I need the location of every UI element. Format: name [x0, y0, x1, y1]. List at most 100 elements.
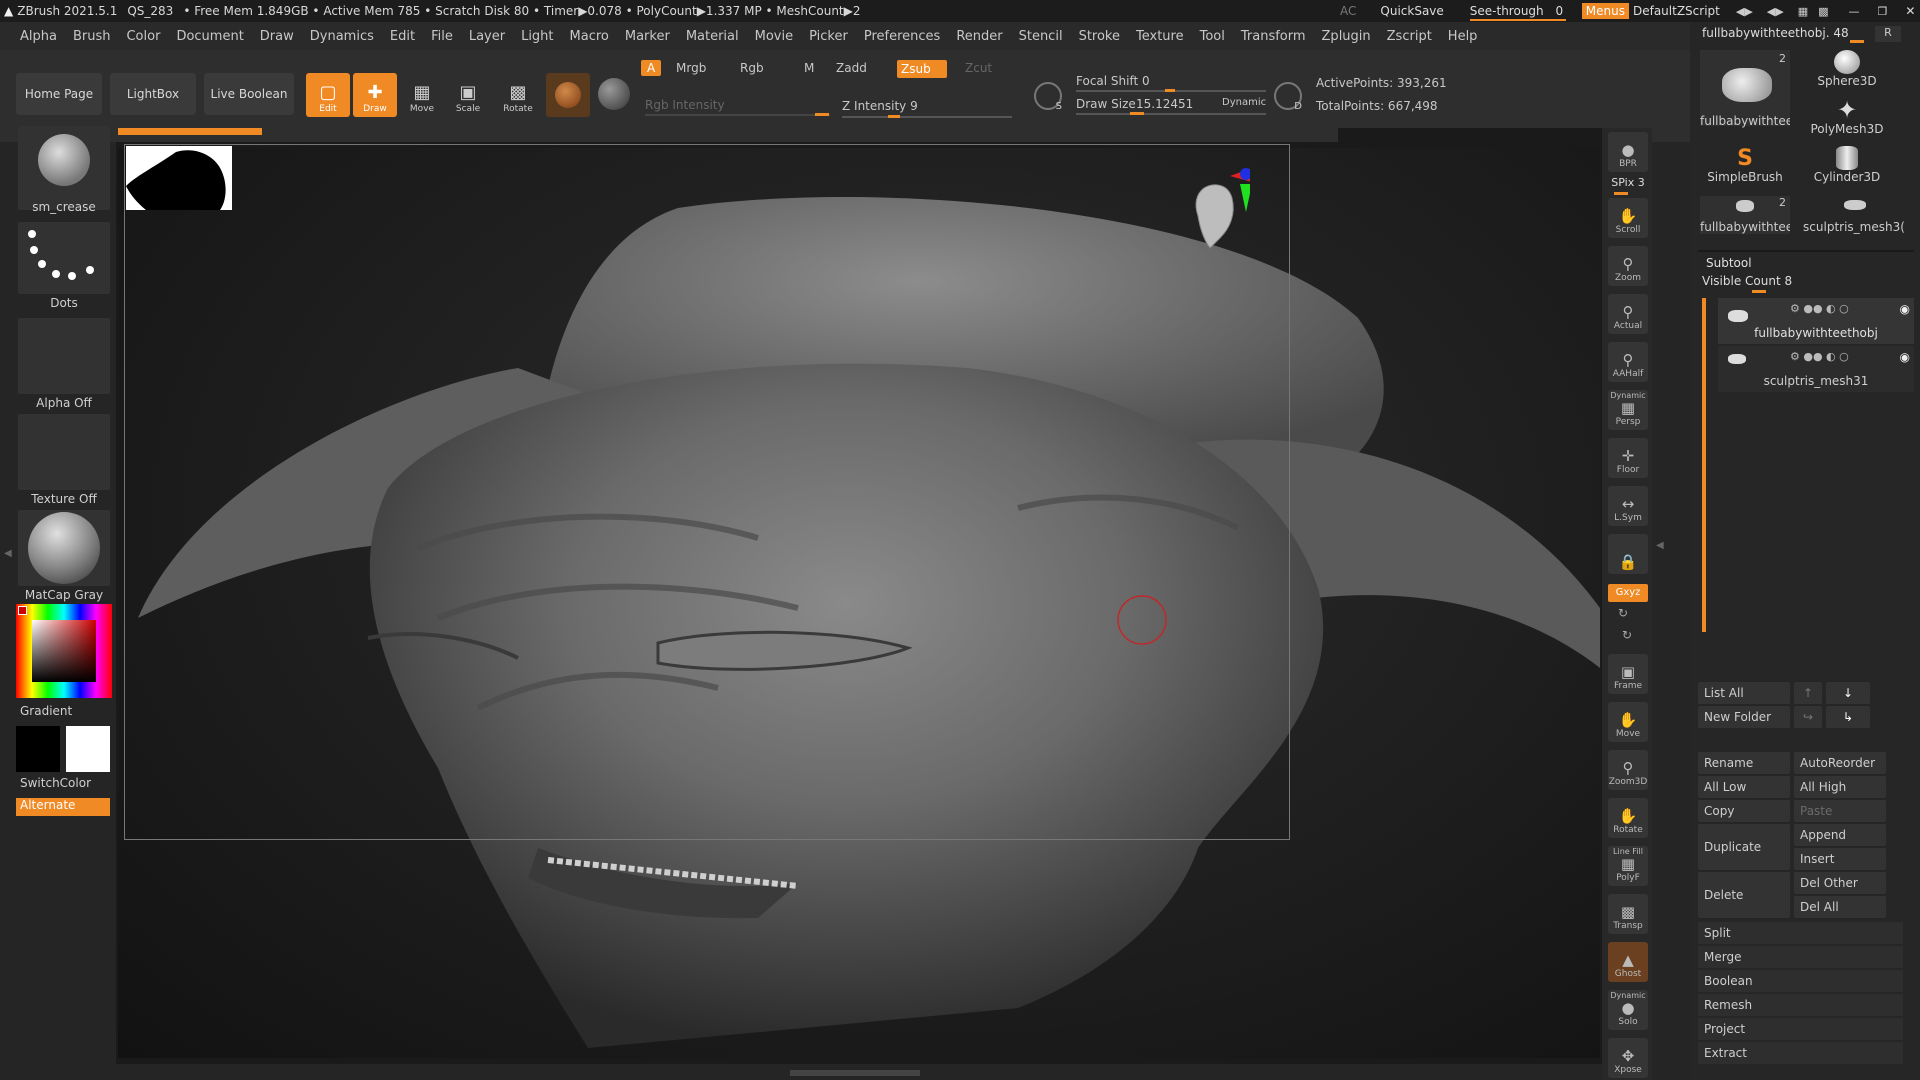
autoreorder-button[interactable]: AutoReorder — [1794, 752, 1886, 774]
zsub-toggle[interactable]: Zsub — [897, 60, 947, 78]
solo-button[interactable]: Dynamic ● Solo — [1608, 990, 1648, 1030]
menu-help[interactable]: Help — [1440, 29, 1486, 44]
gradient-label[interactable]: Gradient — [20, 704, 112, 718]
insert-button[interactable]: Insert — [1794, 848, 1886, 870]
del-other-button[interactable]: Del Other — [1794, 872, 1886, 894]
material-thumbnail[interactable] — [18, 510, 110, 586]
menu-zplugin[interactable]: Zplugin — [1314, 29, 1379, 44]
folder-up-icon[interactable]: ↪ — [1794, 706, 1822, 728]
polyf-button[interactable]: Line Fill ▦ PolyF — [1608, 846, 1648, 886]
menu-alpha[interactable]: Alpha — [12, 29, 65, 44]
del-all-button[interactable]: Del All — [1794, 896, 1886, 918]
focal-shift-slider[interactable]: Focal Shift 0 — [1076, 74, 1150, 88]
menu-movie[interactable]: Movie — [747, 29, 801, 44]
edit-mode-button[interactable]: ▢ Edit — [306, 73, 350, 117]
secondary-color-swatch[interactable] — [66, 726, 110, 772]
r-button[interactable]: R — [1875, 26, 1901, 42]
menu-preferences[interactable]: Preferences — [856, 29, 948, 44]
tool-thumb-sphere3d[interactable]: Sphere3D — [1802, 50, 1892, 88]
mrgb-toggle[interactable]: Mrgb — [676, 61, 706, 75]
menu-transform[interactable]: Transform — [1233, 29, 1314, 44]
window-layout-icon[interactable]: ▦ — [1798, 5, 1808, 18]
menu-zscript[interactable]: Zscript — [1379, 29, 1440, 44]
scroll-button[interactable]: ✋ Scroll — [1608, 198, 1648, 238]
texture-thumbnail[interactable] — [18, 414, 110, 490]
menu-draw[interactable]: Draw — [252, 29, 302, 44]
bottom-shelf-handle[interactable] — [790, 1070, 920, 1076]
material-sphere-icon[interactable] — [598, 78, 630, 110]
copy-button[interactable]: Copy — [1698, 800, 1790, 822]
live-boolean-button[interactable]: Live Boolean — [204, 73, 294, 115]
extract-section[interactable]: Extract — [1698, 1042, 1903, 1064]
menu-light[interactable]: Light — [513, 29, 561, 44]
menu-stencil[interactable]: Stencil — [1011, 29, 1071, 44]
scale-mode-button[interactable]: ▣ Scale — [446, 73, 490, 117]
new-folder-button[interactable]: New Folder — [1698, 706, 1790, 728]
rotate-view-button[interactable]: ✋ Rotate — [1608, 798, 1648, 838]
tool-thumb-5[interactable]: 2 fullbabywithteetl — [1700, 196, 1790, 234]
z-intensity-slider[interactable]: Z Intensity 9 — [842, 99, 918, 113]
boolean-section[interactable]: Boolean — [1698, 970, 1903, 992]
switchcolor-button[interactable]: SwitchColor — [20, 776, 112, 790]
visible-count-slider[interactable]: Visible Count 8 — [1702, 274, 1792, 288]
sculpt-mode-button[interactable] — [546, 73, 590, 117]
xpose-button[interactable]: ✥ Xpose — [1608, 1038, 1648, 1078]
tool-thumb-0[interactable]: 2 fullbabywithteetl — [1700, 50, 1790, 128]
default-zscript-button[interactable]: DefaultZScript — [1633, 4, 1720, 18]
merge-section[interactable]: Merge — [1698, 946, 1903, 968]
focal-s-icon[interactable]: S — [1034, 82, 1062, 112]
menu-layer[interactable]: Layer — [461, 29, 513, 44]
menu-picker[interactable]: Picker — [801, 29, 856, 44]
menu-material[interactable]: Material — [678, 29, 747, 44]
orientation-gizmo[interactable] — [1190, 168, 1252, 258]
tool-thumb-6[interactable]: sculptris_mesh3( — [1794, 196, 1914, 234]
ui-layout-icon[interactable]: ◀▶ — [1736, 5, 1753, 18]
zoom3d-button[interactable]: ⚲ Zoom3D — [1608, 750, 1648, 790]
menu-file[interactable]: File — [423, 29, 461, 44]
close-icon[interactable]: ✕ — [1905, 4, 1915, 18]
quicksave-button[interactable]: QuickSave — [1380, 4, 1443, 18]
current-tool-slider[interactable]: fullbabywithteethobj. 48 — [1702, 26, 1849, 40]
paste-button[interactable]: Paste — [1794, 800, 1886, 822]
move-up-arrow-icon[interactable]: ↑ — [1794, 682, 1822, 704]
draw-size-label[interactable]: Draw Size — [1076, 97, 1136, 111]
tool-thumb-cylinder3d[interactable]: Cylinder3D — [1802, 146, 1892, 184]
persp-button[interactable]: Dynamic ▦ Persp — [1608, 390, 1648, 430]
menu-marker[interactable]: Marker — [617, 29, 678, 44]
collapse-right-icon[interactable]: ◀ — [1656, 540, 1664, 551]
actual-button[interactable]: ⚲ Actual — [1608, 294, 1648, 334]
lsym-button[interactable]: ↔ L.Sym — [1608, 486, 1648, 526]
transp-button[interactable]: ▩ Transp — [1608, 894, 1648, 934]
menu-tool[interactable]: Tool — [1192, 29, 1233, 44]
rename-button[interactable]: Rename — [1698, 752, 1790, 774]
menu-dynamics[interactable]: Dynamics — [302, 29, 382, 44]
append-button[interactable]: Append — [1794, 824, 1886, 846]
lightbox-button[interactable]: LightBox — [110, 73, 196, 115]
ghost-button[interactable]: ▲ Ghost — [1608, 942, 1648, 982]
zcut-toggle[interactable]: Zcut — [965, 61, 992, 75]
color-square[interactable] — [32, 620, 96, 682]
subtool-1-eye-icon[interactable]: ◉ — [1900, 350, 1910, 364]
subtool-item-0[interactable]: ⚙ ●● ◐ ○ ◉ fullbabywithteethobj — [1718, 298, 1914, 344]
bpr-button[interactable]: ● BPR — [1608, 132, 1648, 172]
zadd-toggle[interactable]: Zadd — [836, 61, 867, 75]
menu-document[interactable]: Document — [168, 29, 251, 44]
all-high-button[interactable]: All High — [1794, 776, 1886, 798]
rotate-y-icon[interactable]: ↻ — [1618, 606, 1628, 620]
save-layout-icon[interactable]: ▩ — [1818, 5, 1828, 18]
list-all-button[interactable]: List All — [1698, 682, 1790, 704]
menus-button[interactable]: Menus — [1581, 3, 1629, 19]
primary-color-swatch[interactable] — [16, 726, 60, 772]
collapse-left-icon[interactable]: ◀ — [4, 548, 12, 559]
focal-d-icon[interactable]: D — [1274, 82, 1302, 112]
move-mode-button[interactable]: ▦ Move — [400, 73, 444, 117]
menu-macro[interactable]: Macro — [562, 29, 617, 44]
frame-button[interactable]: ▣ Frame — [1608, 654, 1648, 694]
draw-size-value[interactable]: 15.12451 — [1136, 97, 1193, 111]
menu-render[interactable]: Render — [948, 29, 1010, 44]
floor-button[interactable]: ✛ Floor — [1608, 438, 1648, 478]
restore-icon[interactable]: ❐ — [1878, 5, 1888, 18]
subtool-header[interactable]: Subtool — [1706, 256, 1752, 270]
seethrough-slider[interactable]: See-through 0 — [1469, 4, 1566, 21]
menu-stroke[interactable]: Stroke — [1071, 29, 1128, 44]
